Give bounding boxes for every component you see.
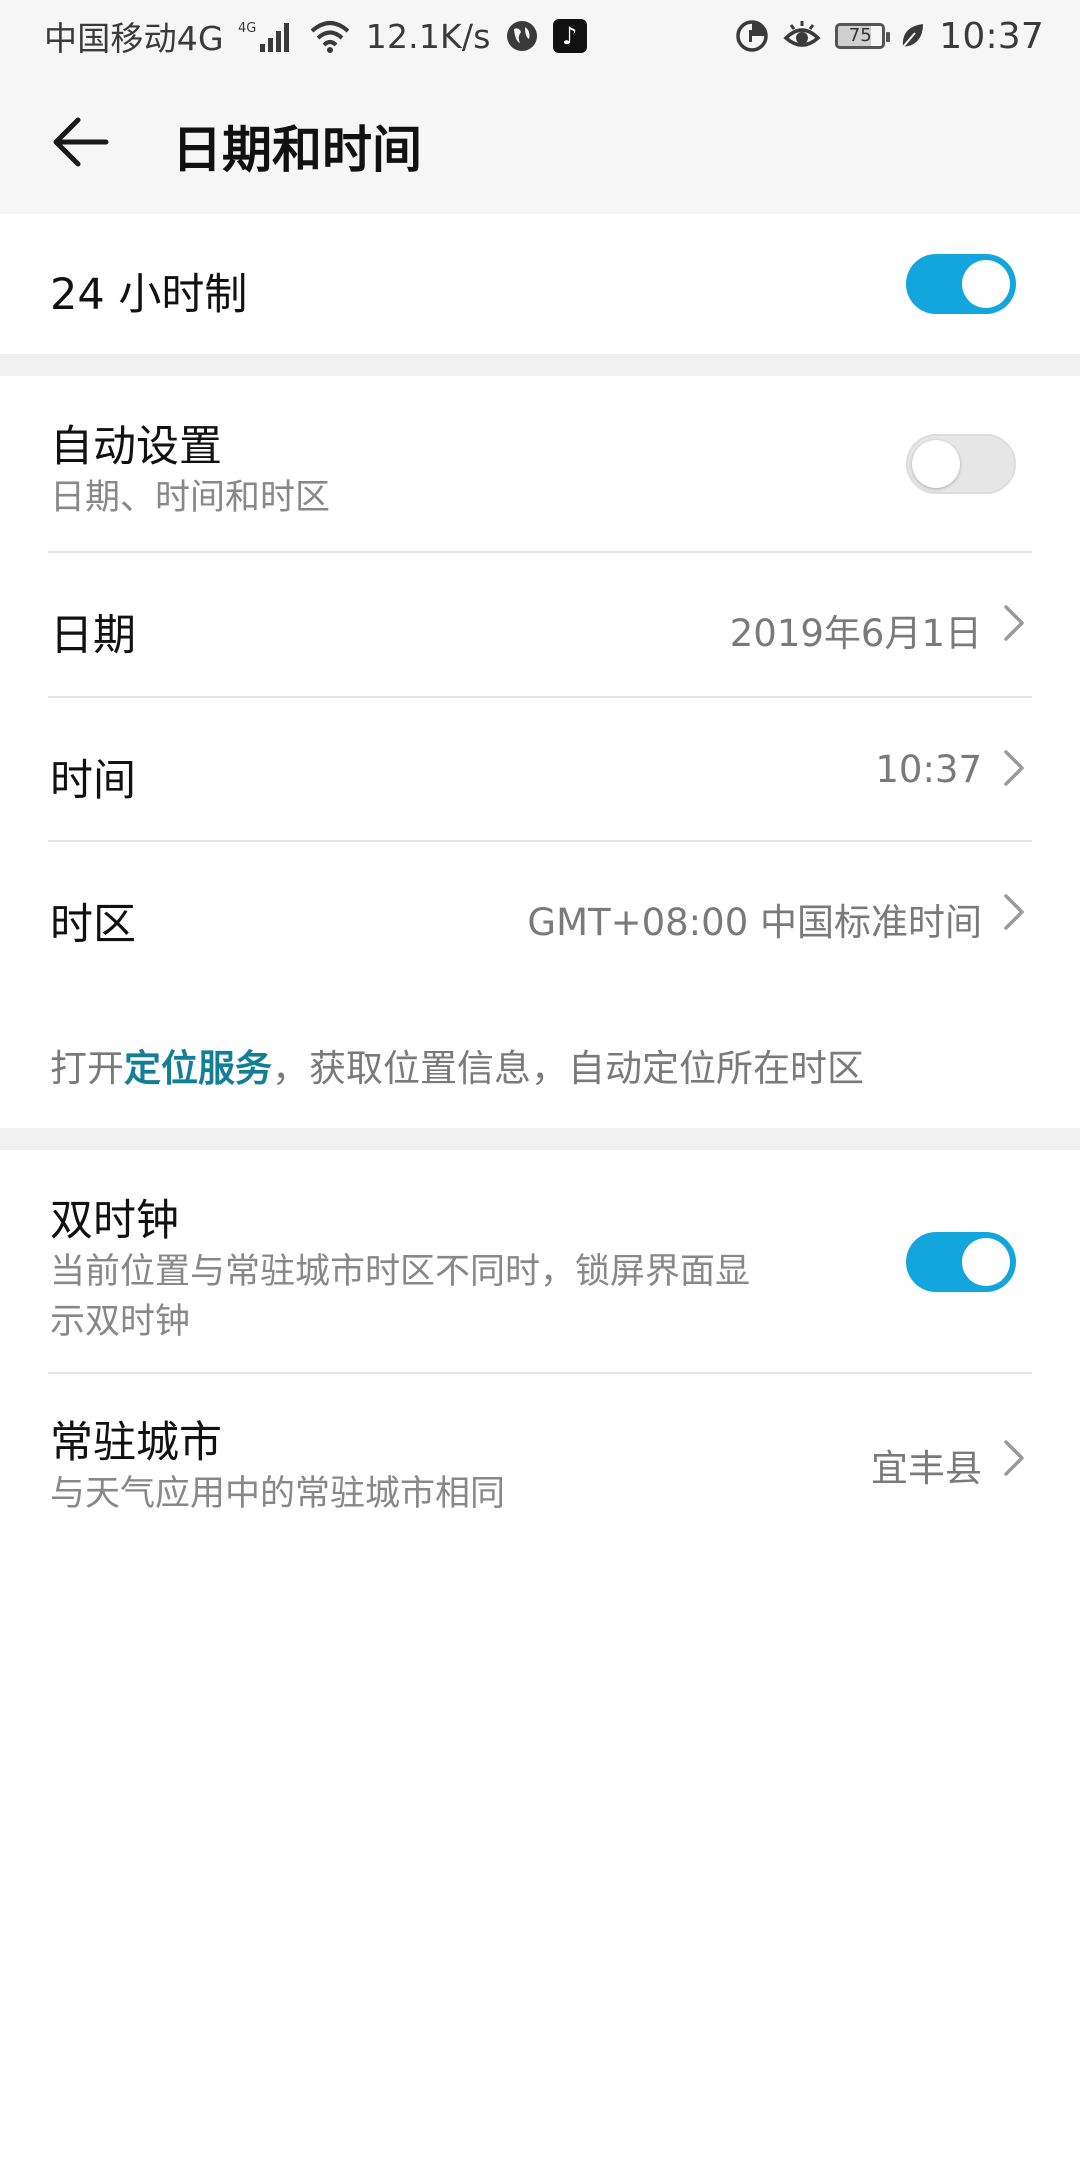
- location-hint: 打开定位服务，获取位置信息，自动定位所在时区: [50, 1038, 864, 1092]
- dual-clock-toggle[interactable]: [906, 1232, 1016, 1292]
- section-divider: [0, 354, 1080, 376]
- timezone-label: 时区: [50, 900, 136, 950]
- data-saver-icon: [735, 19, 769, 53]
- auto-set-subtitle: 日期、时间和时区: [50, 478, 331, 518]
- toggle-knob: [962, 1238, 1010, 1286]
- location-hint-suffix: ，获取位置信息，自动定位所在时区: [272, 1047, 864, 1090]
- location-hint-row: 打开定位服务，获取位置信息，自动定位所在时区: [0, 984, 1080, 1128]
- section-divider: [0, 1128, 1080, 1150]
- eye-icon: [783, 19, 821, 53]
- time-value: 10:37: [875, 748, 982, 791]
- network-badge: 4G: [238, 21, 256, 36]
- time-label: 时间: [50, 756, 136, 806]
- wifi-icon: [308, 19, 352, 53]
- battery-level: 75: [848, 25, 872, 46]
- time-row[interactable]: 时间 10:37: [0, 698, 1080, 840]
- dual-clock-subtitle-line1: 当前位置与常驻城市时区不同时，锁屏界面显: [50, 1252, 751, 1292]
- back-arrow-icon: [53, 117, 109, 167]
- back-button[interactable]: [52, 112, 112, 172]
- chevron-right-icon: [1004, 750, 1024, 786]
- timezone-row[interactable]: 时区 GMT+08:00 中国标准时间: [0, 842, 1080, 984]
- chevron-right-icon: [1004, 1440, 1024, 1476]
- carrier-name: 中国移动4G: [44, 19, 224, 58]
- home-city-subtitle: 与天气应用中的常驻城市相同: [50, 1474, 506, 1514]
- location-hint-prefix: 打开: [50, 1047, 124, 1090]
- network-speed: 12.1K/s: [365, 16, 491, 56]
- leaf-icon: [899, 21, 925, 51]
- title-bar: 日期和时间: [0, 72, 1080, 214]
- status-bar: 中国移动4G 4G 12.1K/s ♪ 75 10:37: [0, 0, 1080, 72]
- status-bar-left: 中国移动4G 4G 12.1K/s ♪: [44, 12, 587, 60]
- signal-icon: 4G: [238, 18, 294, 54]
- page-title: 日期和时间: [172, 121, 422, 179]
- battery-icon: 75: [835, 23, 891, 49]
- status-bar-right: 75 10:37: [735, 16, 1044, 57]
- chevron-right-icon: [1004, 605, 1024, 641]
- date-time-settings-screen: 中国移动4G 4G 12.1K/s ♪ 75 10:37 日期和时间 24 小时…: [0, 0, 1080, 2160]
- hour24-toggle[interactable]: [906, 254, 1016, 314]
- date-label: 日期: [50, 611, 136, 661]
- home-city-value: 宜丰县: [871, 1447, 982, 1490]
- chevron-right-icon: [1004, 894, 1024, 930]
- home-city-label: 常驻城市: [50, 1418, 222, 1468]
- location-service-link[interactable]: 定位服务: [124, 1047, 272, 1090]
- date-value: 2019年6月1日: [729, 612, 982, 655]
- auto-set-label: 自动设置: [50, 422, 222, 472]
- dual-clock-subtitle-line2: 示双时钟: [50, 1302, 191, 1342]
- auto-set-toggle[interactable]: [906, 434, 1016, 494]
- dual-clock-label: 双时钟: [50, 1196, 179, 1246]
- globe-icon: [505, 19, 539, 53]
- hour24-label: 24 小时制: [50, 270, 248, 320]
- toggle-knob: [962, 260, 1010, 308]
- date-row[interactable]: 日期 2019年6月1日: [0, 553, 1080, 696]
- dual-clock-row[interactable]: 双时钟 当前位置与常驻城市时区不同时，锁屏界面显 示双时钟: [0, 1150, 1080, 1372]
- home-city-row[interactable]: 常驻城市 与天气应用中的常驻城市相同 宜丰县: [0, 1374, 1080, 1550]
- hour24-row[interactable]: 24 小时制: [0, 214, 1080, 354]
- timezone-value: GMT+08:00 中国标准时间: [527, 901, 982, 944]
- auto-set-row[interactable]: 自动设置 日期、时间和时区: [0, 376, 1080, 552]
- toggle-knob: [912, 440, 960, 488]
- status-time: 10:37: [939, 15, 1044, 57]
- tiktok-icon: ♪: [552, 19, 587, 53]
